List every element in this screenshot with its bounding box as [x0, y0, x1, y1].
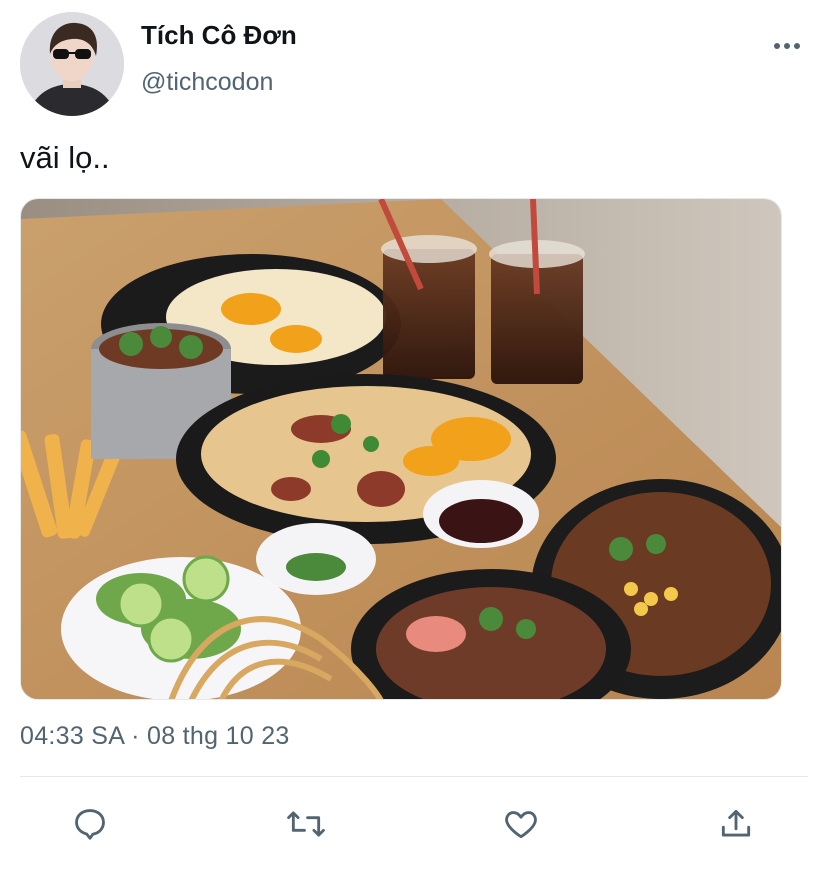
heart-icon [505, 811, 537, 839]
tweet-photo[interactable] [20, 198, 782, 700]
reply-button[interactable] [68, 802, 112, 846]
avatar[interactable] [20, 12, 124, 116]
share-icon [721, 809, 751, 837]
divider [20, 776, 808, 777]
retweet-button[interactable] [284, 802, 328, 846]
share-button[interactable] [714, 802, 758, 846]
tweet-text: vãi lọ.. [20, 140, 110, 175]
like-button[interactable] [499, 802, 543, 846]
more-icon [774, 43, 800, 49]
avatar-photo [20, 12, 124, 116]
user-handle[interactable]: @tichcodon [141, 68, 273, 97]
comment-icon [75, 809, 105, 840]
display-name[interactable]: Tích Cô Đơn [141, 20, 297, 51]
retweet-icon [287, 811, 325, 837]
tweet-timestamp[interactable]: 04:33 SA · 08 thg 10 23 [20, 722, 290, 751]
more-options-button[interactable] [770, 34, 804, 58]
food-photo [21, 199, 781, 699]
